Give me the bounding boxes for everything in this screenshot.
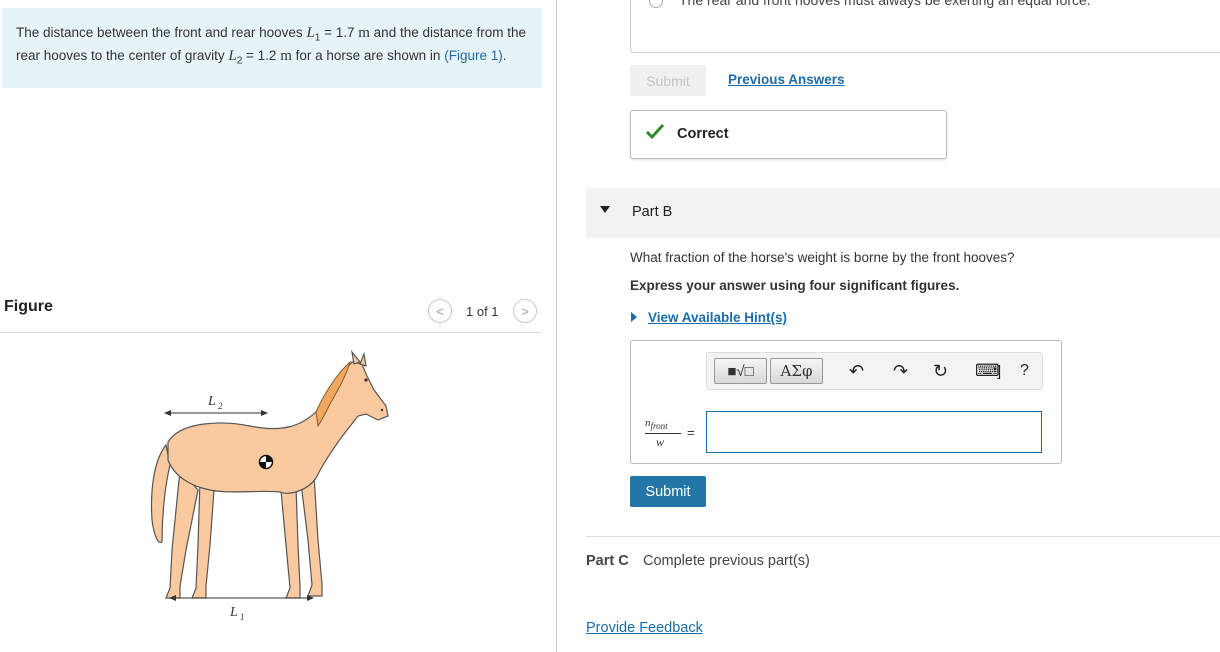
figure-link[interactable]: (Figure 1)	[444, 48, 503, 63]
reset-icon[interactable]: ↻	[933, 361, 948, 382]
feedback-correct-text: Correct	[677, 126, 729, 142]
l1-value: = 1.7	[320, 25, 359, 40]
part-a-answer-text: The rear and front hooves must always be…	[679, 0, 1091, 8]
l2-value: = 1.2	[242, 47, 281, 63]
part-a-selected-answer: The rear and front hooves must always be…	[630, 0, 1220, 53]
part-c-divider	[586, 536, 1220, 537]
keyboard-bracket: ]	[997, 363, 1002, 380]
part-b-submit-button[interactable]: Submit	[630, 476, 706, 507]
part-c-status: Complete previous part(s)	[643, 553, 810, 569]
help-icon[interactable]: ?	[1020, 362, 1029, 380]
provide-feedback-link[interactable]: Provide Feedback	[586, 620, 703, 636]
horse-eye	[364, 378, 368, 382]
caret-right-icon	[631, 312, 637, 322]
fraction-numerator: nfront	[645, 417, 668, 432]
view-hints-link[interactable]: View Available Hint(s)	[648, 310, 787, 325]
part-b-header[interactable]: Part B	[586, 188, 1220, 238]
part-b-instruction: Express your answer using four significa…	[630, 278, 960, 293]
greek-symbols-button[interactable]: ΑΣφ	[770, 358, 823, 384]
center-of-gravity-marker	[258, 454, 274, 470]
answer-input[interactable]	[706, 411, 1042, 453]
l1-unit: m	[358, 25, 370, 41]
keyboard-icon[interactable]: ⌨	[975, 361, 1000, 381]
l2-figure-label: L	[207, 394, 216, 409]
l2-figure-subscript: 2	[218, 401, 223, 411]
l1-symbol: L	[306, 25, 315, 41]
feedback-correct-box: Correct	[630, 110, 947, 159]
fraction-denominator: w	[656, 435, 665, 449]
check-icon	[645, 123, 665, 140]
next-figure-button[interactable]: >	[513, 299, 537, 323]
problem-text-1: The distance between the front and rear …	[16, 25, 307, 40]
figure-heading: Figure	[4, 298, 53, 315]
l2-dimension-arrow	[164, 410, 268, 416]
math-toolbar: ■√□ ΑΣφ ↶ ↷ ↻ ⌨ ] ?	[706, 352, 1043, 390]
caret-down-icon	[600, 206, 610, 213]
answer-panel: ■√□ ΑΣφ ↶ ↷ ↻ ⌨ ] ? nfront w =	[630, 340, 1062, 464]
part-a-submit-button[interactable]: Submit	[630, 65, 706, 96]
undo-icon[interactable]: ↶	[849, 361, 864, 382]
part-b-title: Part B	[632, 204, 673, 220]
equals-sign: =	[687, 425, 695, 440]
part-b-question: What fraction of the horse's weight is b…	[630, 250, 1015, 265]
l2-unit: m	[280, 47, 292, 64]
answer-radio[interactable]	[649, 0, 663, 8]
problem-text-3: for a horse are shown in	[291, 47, 445, 63]
l1-figure-subscript: 1	[240, 612, 245, 622]
l1-figure-label: L	[229, 605, 238, 620]
horse-drawing	[150, 350, 389, 599]
problem-text-4: .	[502, 47, 507, 63]
part-c-title: Part C	[586, 553, 629, 569]
problem-statement: The distance between the front and rear …	[16, 24, 526, 69]
column-divider	[556, 0, 557, 652]
chevron-left-icon: <	[436, 303, 444, 319]
l2-symbol: L	[228, 47, 237, 64]
fraction-bar	[645, 433, 681, 434]
chevron-right-icon: >	[521, 303, 529, 319]
figure-divider	[0, 332, 542, 333]
templates-button[interactable]: ■√□	[714, 358, 767, 384]
redo-icon[interactable]: ↷	[893, 361, 908, 382]
previous-answers-link[interactable]: Previous Answers	[728, 72, 845, 87]
horse-figure: L 2 L 1	[150, 350, 389, 622]
previous-figure-button[interactable]: <	[428, 299, 452, 323]
figure-counter: 1 of 1	[466, 304, 499, 319]
horse-nostril	[380, 408, 384, 412]
